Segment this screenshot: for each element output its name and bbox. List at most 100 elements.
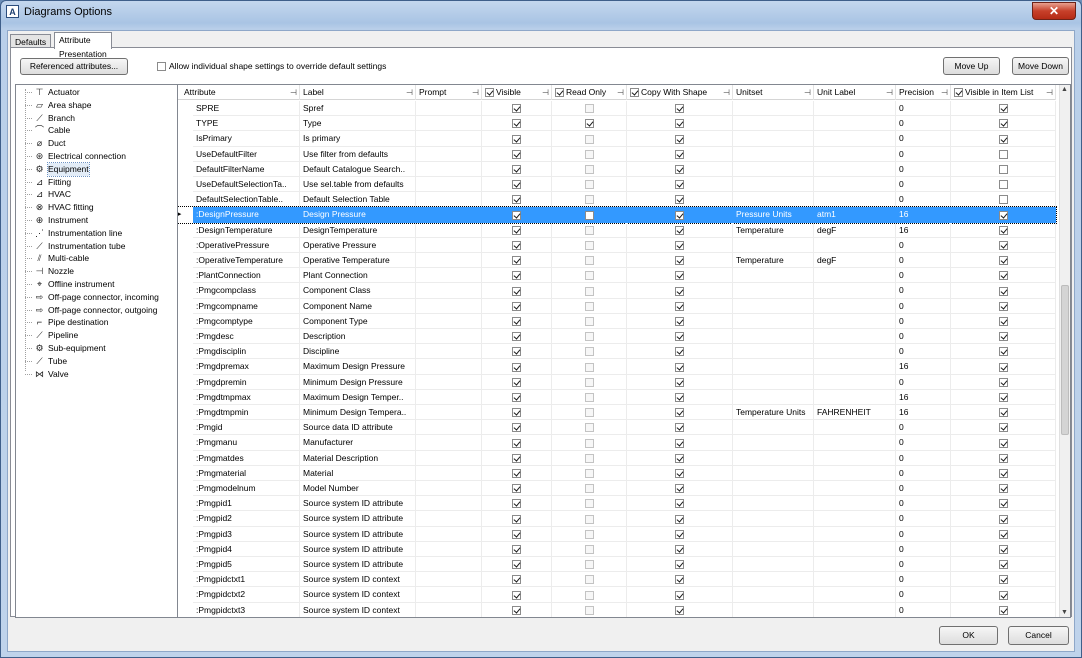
copy-cell[interactable]: [627, 253, 733, 269]
readonly-cell[interactable]: [552, 435, 627, 451]
copy-cell[interactable]: [627, 557, 733, 573]
copy-checkbox[interactable]: [675, 408, 684, 418]
copy-checkbox[interactable]: [675, 241, 684, 251]
readonly-cell[interactable]: [552, 557, 627, 573]
scroll-up-icon[interactable]: ▲: [1061, 86, 1068, 93]
unitset-cell[interactable]: [733, 283, 814, 299]
visible-checkbox[interactable]: [512, 529, 521, 539]
label-cell[interactable]: Operative Pressure: [300, 237, 416, 253]
prompt-cell[interactable]: [416, 253, 482, 269]
prompt-cell[interactable]: [416, 161, 482, 177]
copy-cell[interactable]: [627, 587, 733, 603]
prompt-cell[interactable]: [416, 207, 482, 223]
unit-label-cell[interactable]: [814, 298, 896, 314]
table-row[interactable]: SPRE Spref 0: [178, 101, 1056, 117]
copy-cell[interactable]: [627, 374, 733, 390]
copy-checkbox[interactable]: [675, 256, 684, 266]
ok-button[interactable]: OK: [939, 626, 998, 645]
in-list-cell[interactable]: [951, 177, 1056, 193]
unit-label-cell[interactable]: [814, 526, 896, 542]
table-row[interactable]: IsPrimary Is primary 0: [178, 131, 1056, 147]
unitset-cell[interactable]: [733, 101, 814, 117]
copy-cell[interactable]: [627, 359, 733, 375]
copy-checkbox[interactable]: [675, 134, 684, 144]
scroll-down-icon[interactable]: ▼: [1061, 609, 1068, 616]
scroll-thumb[interactable]: [1061, 285, 1069, 435]
copy-checkbox[interactable]: [675, 165, 684, 175]
precision-cell[interactable]: 16: [896, 405, 951, 421]
column-header[interactable]: Unitset ⊣: [733, 85, 814, 100]
in-list-checkbox[interactable]: [998, 149, 1008, 159]
label-cell[interactable]: Component Name: [300, 298, 416, 314]
visible-checkbox[interactable]: [512, 271, 521, 281]
label-cell[interactable]: Operative Temperature: [300, 253, 416, 269]
unit-label-cell[interactable]: [814, 511, 896, 527]
table-row[interactable]: TYPE Type 0: [178, 116, 1056, 132]
precision-cell[interactable]: 0: [896, 101, 951, 117]
in-list-cell[interactable]: [951, 116, 1056, 132]
in-list-cell[interactable]: [951, 374, 1056, 390]
readonly-checkbox[interactable]: [584, 347, 594, 357]
readonly-cell[interactable]: [552, 465, 627, 481]
table-row[interactable]: ▶:DesignPressureDesign Pressure Pressure …: [178, 206, 1057, 224]
readonly-cell[interactable]: [552, 313, 627, 329]
label-cell[interactable]: Source system ID attribute: [300, 541, 416, 557]
visible-cell[interactable]: [482, 602, 552, 617]
unitset-cell[interactable]: Temperature: [733, 222, 814, 238]
label-cell[interactable]: Minimum Design Tempera..: [300, 405, 416, 421]
in-list-cell[interactable]: [951, 344, 1056, 360]
readonly-cell[interactable]: [552, 161, 627, 177]
readonly-cell[interactable]: [552, 405, 627, 421]
readonly-cell[interactable]: [552, 420, 627, 436]
readonly-checkbox[interactable]: [584, 545, 594, 555]
column-header[interactable]: Label ⊣: [300, 85, 416, 100]
readonly-checkbox[interactable]: [584, 377, 594, 387]
attribute-cell[interactable]: :Pmgpid5: [193, 557, 300, 573]
tree-item[interactable]: ⊤ Actuator: [16, 86, 176, 99]
copy-checkbox[interactable]: [675, 423, 684, 433]
attribute-cell[interactable]: IsPrimary: [193, 131, 300, 147]
table-row[interactable]: :Pmgmodelnum Model Number 0: [178, 481, 1056, 497]
table-row[interactable]: :Pmgdpremin Minimum Design Pressure 0: [178, 374, 1056, 390]
prompt-cell[interactable]: [416, 374, 482, 390]
precision-cell[interactable]: 16: [896, 222, 951, 238]
readonly-cell[interactable]: [552, 572, 627, 588]
in-list-cell[interactable]: [951, 237, 1056, 253]
copy-cell[interactable]: [627, 177, 733, 193]
unit-label-cell[interactable]: degF: [814, 253, 896, 269]
readonly-checkbox[interactable]: [584, 149, 594, 159]
in-list-checkbox[interactable]: [998, 590, 1008, 600]
readonly-checkbox[interactable]: [584, 119, 594, 129]
unitset-cell[interactable]: [733, 298, 814, 314]
in-list-cell[interactable]: [951, 511, 1056, 527]
copy-checkbox[interactable]: [675, 225, 684, 235]
visible-cell[interactable]: [482, 298, 552, 314]
visible-cell[interactable]: [482, 253, 552, 269]
table-row[interactable]: :Pmgid Source data ID attribute 0: [178, 420, 1056, 436]
in-list-cell[interactable]: [951, 101, 1056, 117]
copy-checkbox[interactable]: [675, 484, 684, 494]
attribute-cell[interactable]: :Pmgdtmpmax: [193, 389, 300, 405]
copy-checkbox[interactable]: [675, 605, 684, 615]
copy-cell[interactable]: [627, 481, 733, 497]
visible-cell[interactable]: [482, 329, 552, 345]
in-list-cell[interactable]: [951, 192, 1056, 208]
pin-icon[interactable]: ⊣: [723, 85, 730, 100]
visible-cell[interactable]: [482, 496, 552, 512]
attribute-cell[interactable]: SPRE: [193, 101, 300, 117]
in-list-cell[interactable]: [951, 496, 1056, 512]
visible-cell[interactable]: [482, 344, 552, 360]
copy-cell[interactable]: [627, 192, 733, 208]
precision-cell[interactable]: 0: [896, 557, 951, 573]
attribute-cell[interactable]: :Pmgpid2: [193, 511, 300, 527]
attribute-cell[interactable]: :DesignTemperature: [193, 222, 300, 238]
unit-label-cell[interactable]: [814, 161, 896, 177]
visible-checkbox[interactable]: [512, 560, 521, 570]
visible-checkbox[interactable]: [512, 408, 521, 418]
pin-icon[interactable]: ⊣: [472, 85, 479, 100]
in-list-cell[interactable]: [951, 557, 1056, 573]
unitset-cell[interactable]: [733, 526, 814, 542]
readonly-checkbox[interactable]: [584, 210, 594, 220]
visible-checkbox[interactable]: [512, 362, 521, 372]
unit-label-cell[interactable]: [814, 572, 896, 588]
